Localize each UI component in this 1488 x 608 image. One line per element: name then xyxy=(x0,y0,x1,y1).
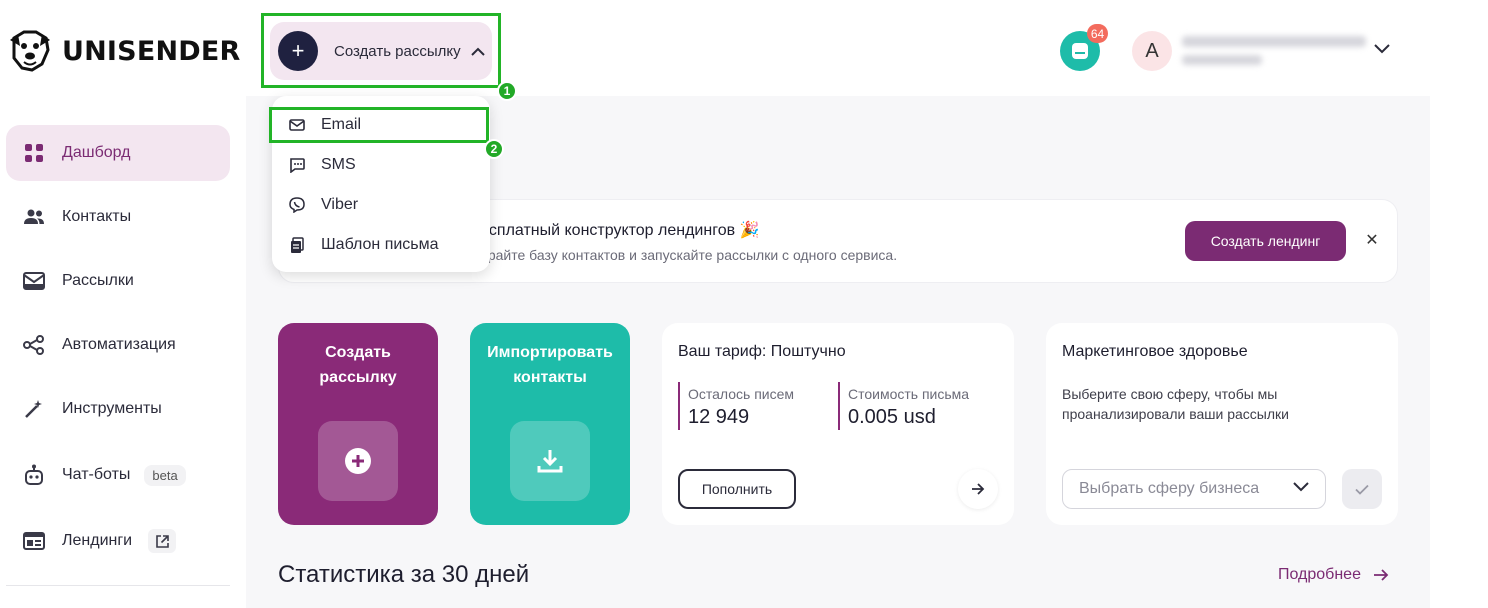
dropdown-item-label: Шаблон письма xyxy=(321,236,439,253)
tariff-title: Ваш тариф: Поштучно xyxy=(678,343,846,360)
banner-subtitle: ирайте базу контактов и запускайте рассы… xyxy=(480,247,898,263)
mail-icon xyxy=(22,269,46,293)
dropdown-item-label: Viber xyxy=(321,196,359,213)
sms-icon xyxy=(288,156,306,174)
automation-icon xyxy=(22,333,46,357)
chevron-down-icon xyxy=(1293,482,1309,492)
sidebar-item-label: Лендинги xyxy=(62,532,133,549)
logo-text: UNISENDER xyxy=(62,35,241,67)
dropdown-item-viber[interactable]: Viber xyxy=(272,185,490,225)
dropdown-item-sms[interactable]: SMS xyxy=(272,145,490,185)
sidebar-item-label: Инструменты xyxy=(62,400,162,417)
dropdown-item-template[interactable]: Шаблон письма xyxy=(272,225,490,265)
banner-title: есплатный конструктор лендингов 🎉 xyxy=(480,222,760,239)
close-banner-icon[interactable]: ✕ xyxy=(1362,230,1382,250)
card-action-tile xyxy=(510,421,590,501)
sidebar-item-label: Дашборд xyxy=(62,144,131,161)
landing-icon xyxy=(22,529,46,553)
step-marker-1: 1 xyxy=(497,81,517,101)
more-link-label: Подробнее xyxy=(1278,566,1361,583)
arrow-right-icon xyxy=(1373,569,1389,581)
sidebar-item-landings[interactable]: Лендинги xyxy=(6,513,230,569)
account-id-blurred xyxy=(1182,55,1262,65)
card-title-line: рассылку xyxy=(319,369,397,386)
card-title-line: контакты xyxy=(513,369,587,386)
highlight-box-create xyxy=(261,13,501,88)
check-icon xyxy=(1355,484,1369,495)
plus-circle-icon xyxy=(345,448,371,474)
magic-wand-icon xyxy=(22,397,46,421)
dashboard-icon xyxy=(22,141,46,165)
logo[interactable]: UNISENDER xyxy=(6,28,241,74)
stats-more-link[interactable]: Подробнее xyxy=(1278,566,1389,584)
email-cost-label: Стоимость письма xyxy=(848,386,970,402)
emails-left-label: Осталось писем xyxy=(688,386,795,402)
notification-inbox-icon xyxy=(1072,43,1088,59)
dog-logo-icon xyxy=(10,30,50,72)
beta-badge: beta xyxy=(144,464,186,486)
highlight-box-email xyxy=(269,107,489,143)
stats-section-title: Статистика за 30 дней xyxy=(278,561,530,588)
sidebar-item-label: Контакты xyxy=(62,208,132,225)
sidebar-item-label: Автоматизация xyxy=(62,336,176,353)
chevron-down-icon[interactable] xyxy=(1374,44,1390,54)
avatar[interactable]: A xyxy=(1132,31,1172,71)
notification-count-badge: 64 xyxy=(1087,24,1108,43)
sidebar-item-chatbots[interactable]: Чат-боты beta xyxy=(6,447,230,503)
emails-left-value: 12 949 xyxy=(688,406,750,428)
external-link-icon[interactable] xyxy=(148,529,177,553)
topup-button[interactable]: Пополнить xyxy=(678,469,796,509)
stat-divider xyxy=(678,382,680,430)
download-icon xyxy=(537,450,563,473)
sidebar-item-contacts[interactable]: Контакты xyxy=(6,189,230,245)
sidebar-item-label: Рассылки xyxy=(62,272,134,289)
health-description: Выберите свою сферу, чтобы мы проанализи… xyxy=(1062,386,1289,422)
sidebar-divider xyxy=(6,585,230,586)
viber-icon xyxy=(288,196,306,214)
email-cost-value: 0.005 usd xyxy=(848,406,936,428)
card-action-tile xyxy=(318,421,398,501)
contacts-icon xyxy=(22,205,46,229)
stat-divider xyxy=(838,382,840,430)
card-title-line: Создать xyxy=(325,344,391,361)
template-icon xyxy=(288,236,306,254)
sidebar-item-label: Чат-боты xyxy=(62,466,131,483)
sidebar-item-campaigns[interactable]: Рассылки xyxy=(6,253,230,309)
card-title-line: Импортировать xyxy=(487,344,613,361)
sidebar-item-tools[interactable]: Инструменты xyxy=(6,381,230,437)
sidebar-item-dashboard[interactable]: Дашборд xyxy=(6,125,230,181)
tariff-details-button[interactable] xyxy=(958,469,998,509)
account-email-blurred xyxy=(1182,36,1366,47)
business-sphere-select[interactable]: Выбрать сферу бизнеса xyxy=(1062,469,1326,509)
confirm-sphere-button[interactable] xyxy=(1342,469,1382,509)
create-landing-button[interactable]: Создать лендинг xyxy=(1185,221,1346,261)
dropdown-item-label: SMS xyxy=(321,156,356,173)
select-placeholder: Выбрать сферу бизнеса xyxy=(1079,480,1260,497)
create-campaign-card[interactable]: Создать рассылку xyxy=(278,323,438,525)
import-contacts-card[interactable]: Импортировать контакты xyxy=(470,323,630,525)
arrow-right-icon xyxy=(972,483,985,495)
step-marker-2: 2 xyxy=(484,139,504,159)
sidebar-item-automation[interactable]: Автоматизация xyxy=(6,317,230,373)
bot-icon xyxy=(22,463,46,487)
sidebar: UNISENDER Дашборд Контакты Рассылки Авто… xyxy=(0,0,246,608)
health-title: Маркетинговое здоровье xyxy=(1062,343,1248,360)
